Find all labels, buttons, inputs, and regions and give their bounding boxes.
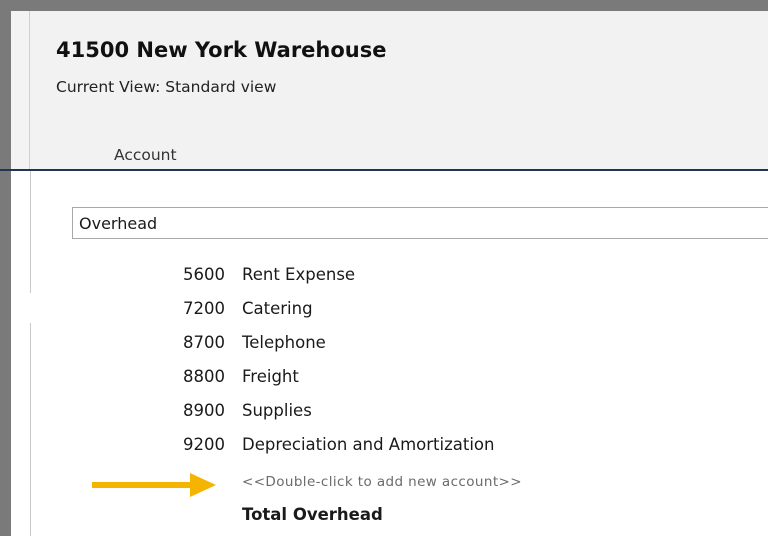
account-name: Telephone [242, 333, 326, 352]
column-header-account[interactable]: Account [114, 146, 177, 164]
current-view-line: Current View: Standard view [56, 78, 276, 96]
account-name: Catering [242, 299, 313, 318]
account-number: 8800 [183, 367, 225, 386]
account-name: Depreciation and Amortization [242, 435, 495, 454]
current-view-value: Standard view [165, 78, 277, 96]
account-name: Rent Expense [242, 265, 356, 284]
account-row[interactable]: 8800 Freight [0, 367, 768, 397]
account-number: 8900 [183, 401, 225, 420]
window-frame-top [0, 0, 768, 11]
account-row[interactable]: 8700 Telephone [0, 333, 768, 363]
account-row[interactable]: 8900 Supplies [0, 401, 768, 431]
add-new-account-prompt[interactable]: <<Double-click to add new account>> [242, 474, 522, 490]
header-divider [0, 169, 768, 171]
arrow-right-icon [92, 473, 216, 497]
account-group-header[interactable]: Overhead [72, 207, 768, 239]
page-title: 41500 New York Warehouse [56, 38, 387, 62]
left-panel-edge [11, 11, 30, 171]
group-total-label: Total Overhead [242, 505, 383, 524]
account-number: 5600 [183, 265, 225, 284]
account-row[interactable]: 7200 Catering [0, 299, 768, 329]
account-number: 8700 [183, 333, 225, 352]
current-view-label: Current View: [56, 78, 161, 96]
account-name: Supplies [242, 401, 312, 420]
account-number: 7200 [183, 299, 225, 318]
account-row[interactable]: 5600 Rent Expense [0, 265, 768, 295]
account-group-name: Overhead [79, 214, 158, 233]
account-number: 9200 [183, 435, 225, 454]
account-row[interactable]: 9200 Depreciation and Amortization [0, 435, 768, 465]
account-name: Freight [242, 367, 299, 386]
